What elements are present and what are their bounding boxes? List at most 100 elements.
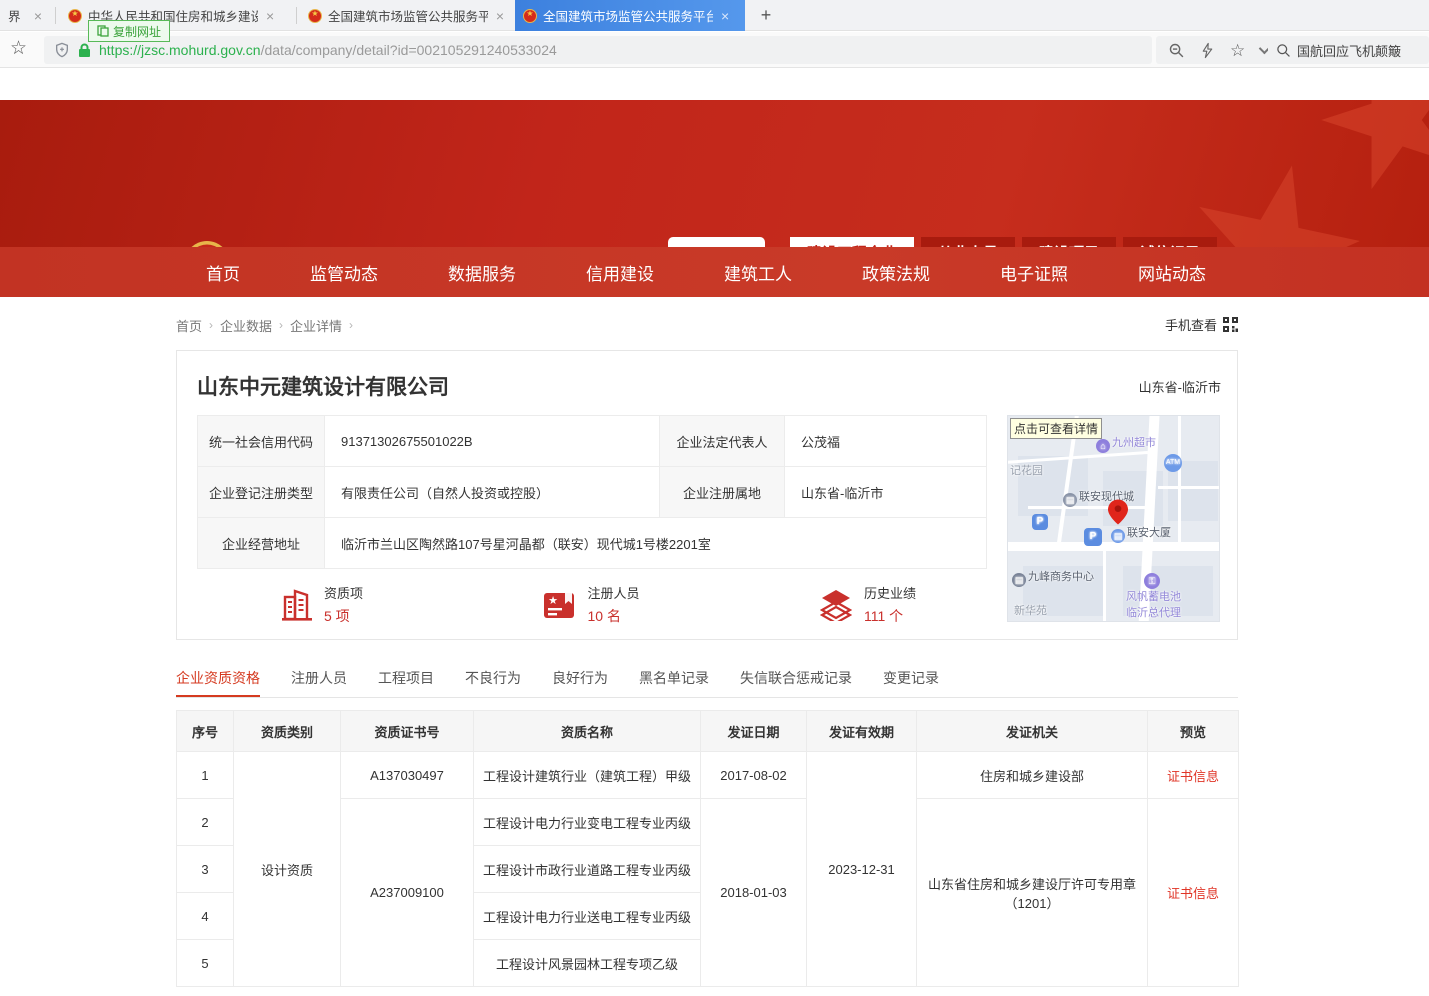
svg-text:★: ★ — [549, 595, 559, 607]
qual-category: 设计资质 — [234, 752, 341, 987]
tab-registered-personnel[interactable]: 注册人员 — [291, 665, 347, 697]
nav-item-workers[interactable]: 建筑工人 — [724, 260, 792, 285]
stat-value: 111 个 — [864, 606, 916, 626]
breadcrumb-company-data[interactable]: 企业数据 — [220, 316, 272, 335]
favorite-star-icon[interactable]: ☆ — [1230, 42, 1245, 59]
map-tooltip: 点击可查看详情 — [1010, 418, 1102, 439]
url-bar[interactable]: https://jzsc.mohurd.gov.cn/data/company/… — [44, 36, 1152, 64]
breadcrumb-home[interactable]: 首页 — [176, 316, 202, 335]
nav-item-site-news[interactable]: 网站动态 — [1138, 260, 1206, 285]
tab-bad-behavior[interactable]: 不良行为 — [465, 665, 521, 697]
company-stats: 资质项 5 项 ★ 注册人员 10 名 历史业绩 111 个 — [197, 583, 986, 626]
flash-icon[interactable] — [1199, 42, 1216, 59]
map-road — [1008, 542, 1220, 551]
nav-item-policy[interactable]: 政策法规 — [862, 260, 930, 285]
browser-toolbar: ☆ https://jzsc.mohurd.gov.cn/data/compan… — [0, 32, 1429, 68]
url-path: /data/company/detail?id=0021052912405330… — [261, 42, 557, 58]
certificate-icon: ★ — [543, 590, 575, 620]
map-poi-supermarket: ⌂九州超市 — [1096, 434, 1156, 453]
stat-label: 注册人员 — [587, 583, 639, 602]
zoom-out-icon[interactable] — [1168, 42, 1185, 59]
table-row: 企业登记注册类型 有限责任公司（自然人投资或控股） 企业注册属地 山东省-临沂市 — [198, 467, 987, 518]
tab-title: 全国建筑市场监管公共服务平台 — [328, 6, 488, 25]
bookmark-star-icon[interactable]: ☆ — [10, 37, 27, 60]
close-icon[interactable]: × — [496, 9, 504, 23]
search-tab-enterprise[interactable]: 建设工程企业 — [790, 237, 914, 247]
close-icon[interactable]: × — [721, 9, 729, 23]
table-row: 统一社会信用代码 91371302675501022B 企业法定代表人 公茂福 — [198, 416, 987, 467]
chevron-right-icon: › — [209, 318, 213, 332]
legal-rep-value: 公茂福 — [785, 416, 987, 467]
nav-item-data-service[interactable]: 数据服务 — [448, 260, 516, 285]
site-header: ★ 中华人民共和国住房和城乡建设部 www.mohurd.gov.cn 全国建筑… — [0, 100, 1429, 247]
tab-good-behavior[interactable]: 良好行为 — [552, 665, 608, 697]
browser-tab-partial[interactable]: 界 × — [0, 0, 50, 31]
cert-preview-cell: 证书信息 — [1148, 799, 1239, 987]
mobile-view-label: 手机查看 — [1165, 315, 1217, 334]
nav-item-e-cert[interactable]: 电子证照 — [1000, 260, 1068, 285]
close-icon[interactable]: × — [266, 9, 274, 23]
col-header: 发证机关 — [917, 711, 1148, 752]
flag-star-decoration — [1314, 100, 1429, 200]
issue-date: 2018-01-03 — [701, 799, 807, 987]
stat-registered-personnel[interactable]: ★ 注册人员 10 名 — [543, 583, 639, 626]
breadcrumb-company-detail[interactable]: 企业详情 — [290, 316, 342, 335]
search-tab-credit[interactable]: 诚信记录 — [1123, 237, 1217, 247]
search-tab-personnel[interactable]: 从业人员 — [921, 237, 1015, 247]
browser-tab-2[interactable]: 全国建筑市场监管公共服务平台 × — [300, 0, 512, 31]
issuing-authority: 山东省住房和城乡建设厅许可专用章（1201） — [917, 799, 1148, 987]
cert-info-link[interactable]: 证书信息 — [1167, 886, 1219, 901]
quick-search-box[interactable]: 国航回应飞机颠簸 — [1268, 36, 1429, 64]
company-region: 山东省-临沂市 — [1139, 377, 1221, 396]
copy-icon — [97, 25, 109, 37]
location-map[interactable]: 点击可查看详情 ⌂九州超市 ATM 记花园 ▤联安现代城 ▤联安大厦 P P ▤… — [1007, 415, 1220, 622]
tab-dishonesty-records[interactable]: 失信联合惩戒记录 — [740, 665, 852, 697]
search-tab-project[interactable]: 建设项目 — [1022, 237, 1116, 247]
detail-tabs: 企业资质资格 注册人员 工程项目 不良行为 良好行为 黑名单记录 失信联合惩戒记… — [176, 665, 1238, 698]
row-number: 1 — [177, 752, 234, 799]
company-info-table: 统一社会信用代码 91371302675501022B 企业法定代表人 公茂福 … — [197, 415, 987, 569]
tab-qualifications[interactable]: 企业资质资格 — [176, 665, 260, 697]
parking-icon: P — [1032, 514, 1048, 530]
nav-item-home[interactable]: 首页 — [206, 260, 240, 285]
cert-info-link[interactable]: 证书信息 — [1167, 769, 1219, 784]
tab-change-records[interactable]: 变更记录 — [883, 665, 939, 697]
business-address-value: 临沂市兰山区陶然路107号星河晶都（联安）现代城1号楼2201室 — [325, 518, 987, 569]
stat-value: 5 项 — [324, 606, 363, 626]
col-header: 资质类别 — [234, 711, 341, 752]
cert-number: A237009100 — [341, 799, 474, 987]
shield-icon[interactable] — [54, 42, 70, 58]
toolbar-icon-group: ☆ — [1156, 36, 1279, 64]
map-poi-biz-center: ▤九峰商务中心 — [1012, 568, 1094, 587]
tab-projects[interactable]: 工程项目 — [378, 665, 434, 697]
nav-item-supervision[interactable]: 监管动态 — [310, 260, 378, 285]
issue-date: 2017-08-02 — [701, 752, 807, 799]
page: 界 × 中华人民共和国住房和城乡建设 × 全国建筑市场监管公共服务平台 × 全国… — [0, 0, 1429, 996]
credit-code-value: 91371302675501022B — [325, 416, 660, 467]
browser-tab-bar: 界 × 中华人民共和国住房和城乡建设 × 全国建筑市场监管公共服务平台 × 全国… — [0, 0, 1429, 31]
tab-blacklist[interactable]: 黑名单记录 — [639, 665, 709, 697]
tab-divider — [55, 7, 56, 24]
qr-mini-icon — [1223, 317, 1238, 332]
main-navigation: 首页 监管动态 数据服务 信用建设 建筑工人 政策法规 电子证照 网站动态 — [0, 247, 1429, 297]
map-poi-atm: ATM — [1164, 452, 1184, 472]
stat-qualifications[interactable]: 资质项 5 项 — [282, 583, 363, 626]
map-road — [1178, 416, 1181, 542]
building-poi-icon: ▤ — [1063, 493, 1077, 507]
close-icon[interactable]: × — [34, 9, 42, 23]
quick-search-text: 国航回应飞机颠簸 — [1297, 41, 1401, 60]
field-label: 企业注册属地 — [660, 467, 785, 518]
atm-icon: ATM — [1164, 454, 1182, 472]
stat-label: 资质项 — [324, 583, 363, 602]
col-header: 发证日期 — [701, 711, 807, 752]
browser-tab-active[interactable]: 全国建筑市场监管公共服务平台 × — [515, 0, 745, 31]
map-road — [1158, 486, 1220, 489]
issuing-authority: 住房和城乡建设部 — [917, 752, 1148, 799]
site-favicon-icon — [68, 9, 82, 23]
new-tab-button[interactable]: + — [753, 2, 779, 28]
map-poi-battery: 风帆蓄电池临沂总代理 — [1126, 588, 1181, 620]
mobile-view-button[interactable]: 手机查看 — [1165, 315, 1238, 334]
nav-item-credit[interactable]: 信用建设 — [586, 260, 654, 285]
stat-history-performance[interactable]: 历史业绩 111 个 — [820, 583, 916, 626]
lock-icon — [78, 43, 91, 58]
